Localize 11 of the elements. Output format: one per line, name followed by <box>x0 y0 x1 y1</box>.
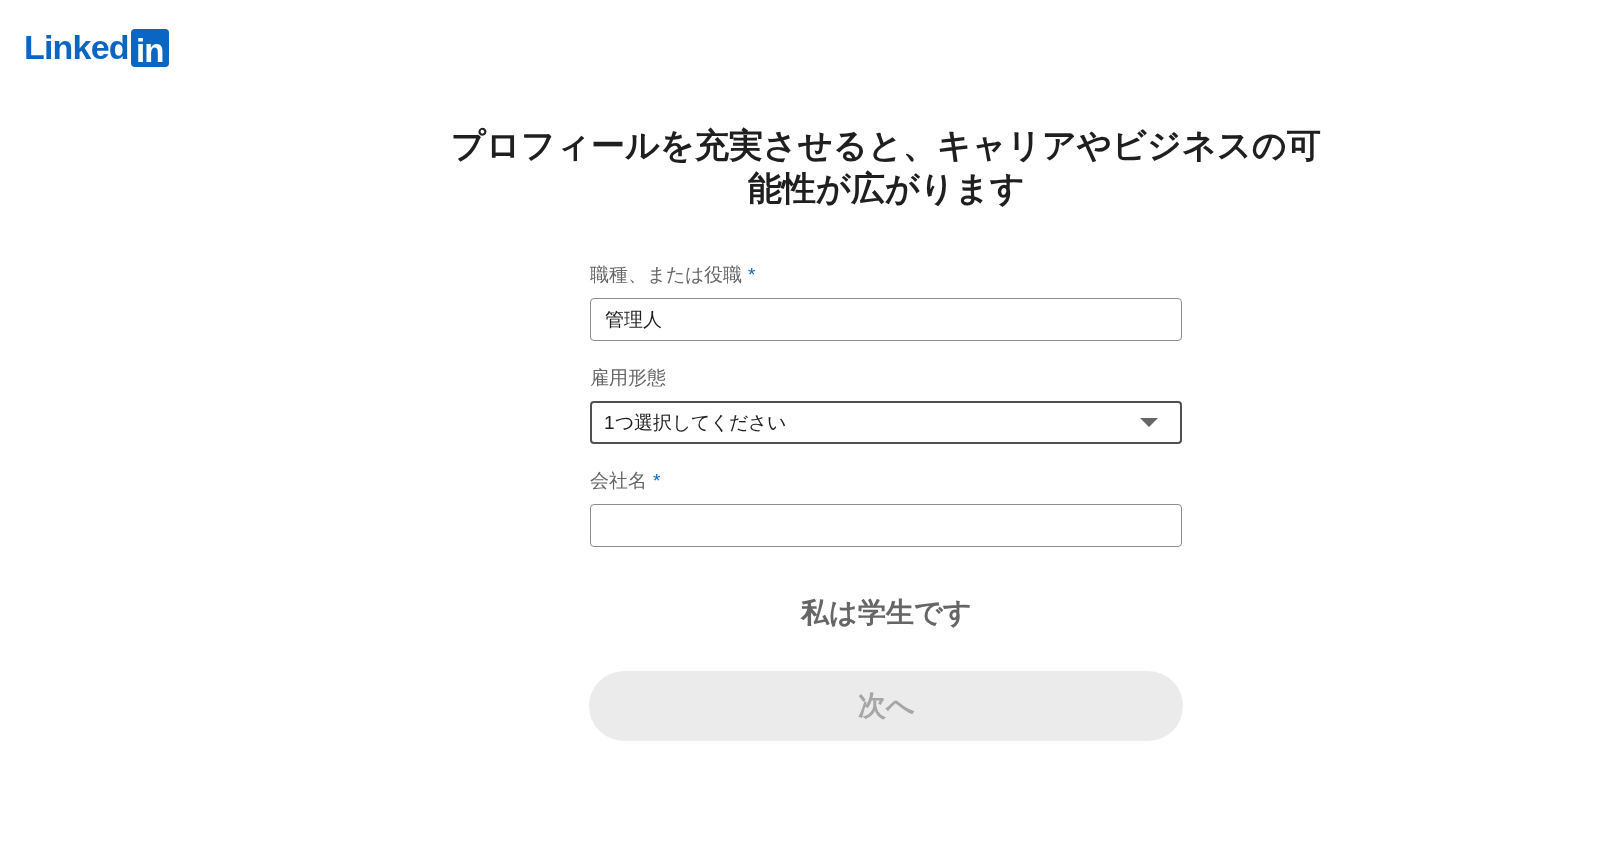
logo-badge: in <box>130 28 169 67</box>
field-label: 会社名 * <box>590 469 661 493</box>
page-heading: プロフィールを充実させると、キャリアやビジネスの可能性が広がります <box>450 125 1322 209</box>
dropdown[interactable]: 1つ選択してください <box>590 401 1182 444</box>
caret-icon <box>1140 418 1158 427</box>
field-label: 雇用形態 <box>590 366 666 390</box>
field-label: 職種、または役職 * <box>590 263 756 287</box>
text-input[interactable] <box>590 504 1182 547</box>
logo-wordmark: Linked <box>24 28 129 67</box>
student-link[interactable]: 私は学生です <box>800 595 972 631</box>
text-input[interactable]: 管理人 <box>590 298 1182 341</box>
